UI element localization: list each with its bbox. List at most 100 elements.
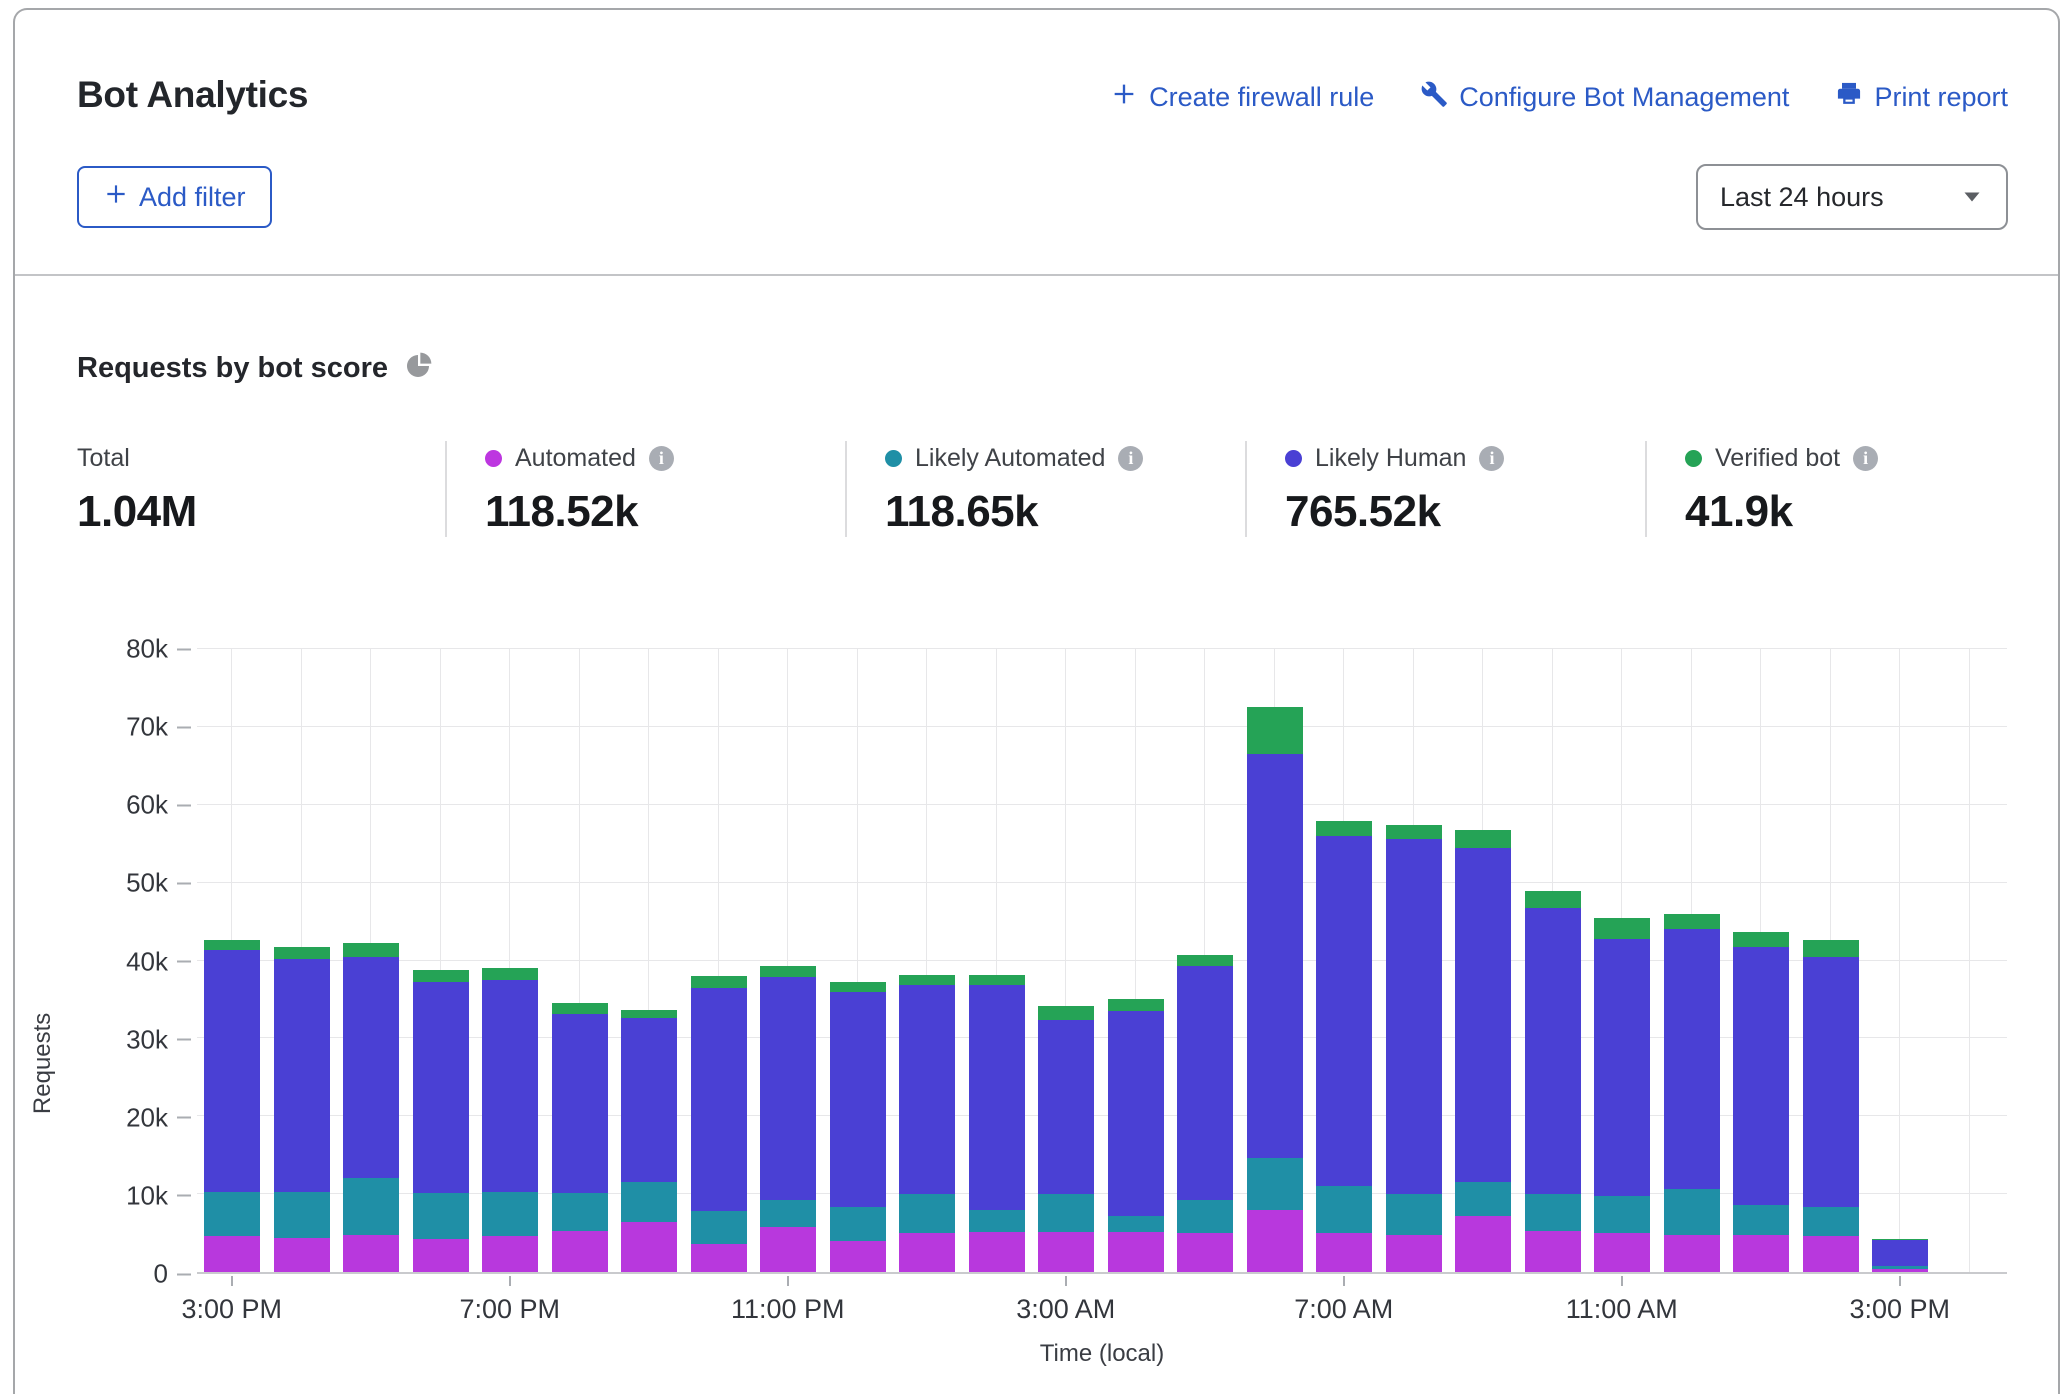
bar-segment-automated (343, 1235, 399, 1272)
stat-label: Likely Automated (915, 444, 1105, 473)
y-tick-label: 60k (126, 790, 168, 821)
bar-1-00-am[interactable] (899, 649, 955, 1272)
info-icon[interactable]: i (1853, 446, 1878, 471)
bar-segment-likely-human (1177, 966, 1233, 1200)
x-tick-label: 7:00 AM (1294, 1294, 1393, 1325)
bar-3-00-am[interactable] (1038, 649, 1094, 1272)
bar-8-00-am[interactable] (1386, 649, 1442, 1272)
bar-5-00-pm[interactable] (343, 649, 399, 1272)
y-tick-label: 30k (126, 1024, 168, 1055)
bar-segment-automated (969, 1232, 1025, 1272)
bar-segment-automated (691, 1244, 747, 1272)
configure-bot-management-link[interactable]: Configure Bot Management (1420, 80, 1789, 115)
bar-segment-verified-bot (1664, 914, 1720, 930)
bar-8-00-pm[interactable] (552, 649, 608, 1272)
bar-segment-automated (1038, 1232, 1094, 1272)
bar-segment-likely-automated (1733, 1205, 1789, 1235)
bar-segment-verified-bot (552, 1003, 608, 1014)
y-tick-label: 20k (126, 1102, 168, 1133)
y-tick-label: 0 (154, 1259, 168, 1290)
bar-segment-likely-automated (1247, 1158, 1303, 1211)
bar-segment-likely-automated (969, 1210, 1025, 1233)
bar-1-00-pm[interactable] (1733, 649, 1789, 1272)
bar-2-00-pm[interactable] (1803, 649, 1859, 1272)
stat-likely-human: Likely Human i 765.52k (1245, 441, 1645, 537)
bar-segment-likely-automated (1455, 1182, 1511, 1216)
bar-segment-verified-bot (1594, 918, 1650, 939)
add-filter-label: Add filter (139, 182, 246, 213)
bar-4-00-pm[interactable] (274, 649, 330, 1272)
bar-segment-likely-automated (1386, 1194, 1442, 1234)
bar-segment-likely-automated (1108, 1216, 1164, 1232)
stat-label: Automated (515, 444, 636, 473)
bar-11-00-pm[interactable] (760, 649, 816, 1272)
x-tick-mark (509, 1276, 511, 1286)
bar-2-00-am[interactable] (969, 649, 1025, 1272)
bar-segment-verified-bot (969, 975, 1025, 986)
bar-segment-automated (1247, 1210, 1303, 1272)
bar-segment-verified-bot (482, 968, 538, 980)
bar-segment-automated (413, 1239, 469, 1272)
bar-4-00-am[interactable] (1108, 649, 1164, 1272)
bar-segment-verified-bot (760, 966, 816, 977)
plus-icon (1110, 80, 1138, 115)
bar-segment-verified-bot (1316, 821, 1372, 836)
bar-segment-likely-human (1872, 1240, 1928, 1266)
create-firewall-rule-link[interactable]: Create firewall rule (1110, 80, 1374, 115)
bar-7-00-pm[interactable] (482, 649, 538, 1272)
bar-segment-verified-bot (1386, 825, 1442, 839)
bar-5-00-am[interactable] (1177, 649, 1233, 1272)
info-icon[interactable]: i (1479, 446, 1504, 471)
bar-6-00-am[interactable] (1247, 649, 1303, 1272)
bar-segment-likely-automated (899, 1194, 955, 1233)
bar-segment-automated (274, 1238, 330, 1272)
bar-7-00-am[interactable] (1316, 649, 1372, 1272)
x-tick-mark (1065, 1276, 1067, 1286)
time-range-select[interactable]: Last 24 hours (1696, 164, 2008, 230)
bar-9-00-pm[interactable] (621, 649, 677, 1272)
bar-10-00-am[interactable] (1525, 649, 1581, 1272)
add-filter-button[interactable]: Add filter (77, 166, 272, 228)
bar-12-00-am[interactable] (830, 649, 886, 1272)
stat-value: 118.52k (485, 487, 845, 537)
bar-segment-automated (1733, 1235, 1789, 1272)
bar-segment-likely-human (1664, 929, 1720, 1189)
bar-6-00-pm[interactable] (413, 649, 469, 1272)
info-icon[interactable]: i (649, 446, 674, 471)
bar-segment-likely-automated (760, 1200, 816, 1227)
bar-12-00-pm[interactable] (1664, 649, 1720, 1272)
bar-segment-likely-automated (691, 1211, 747, 1244)
y-tick-mark (177, 1273, 191, 1275)
bar-segment-likely-automated (482, 1192, 538, 1236)
bar-segment-automated (1455, 1216, 1511, 1272)
bar-9-00-am[interactable] (1455, 649, 1511, 1272)
bar-segment-verified-bot (621, 1010, 677, 1019)
time-range-value: Last 24 hours (1720, 182, 1884, 213)
bar-11-00-am[interactable] (1594, 649, 1650, 1272)
y-tick-mark (177, 882, 191, 884)
bar-segment-likely-human (1733, 947, 1789, 1206)
bar-3-00-pm[interactable] (204, 649, 260, 1272)
info-icon[interactable]: i (1118, 446, 1143, 471)
bar-segment-automated (482, 1236, 538, 1272)
bar-segment-likely-human (274, 959, 330, 1192)
bar-segment-verified-bot (1525, 891, 1581, 907)
bar-segment-likely-automated (552, 1193, 608, 1230)
x-tick-label: 3:00 AM (1016, 1294, 1115, 1325)
bar-10-00-pm[interactable] (691, 649, 747, 1272)
bar-segment-verified-bot (1455, 830, 1511, 847)
bar-segment-likely-human (1594, 939, 1650, 1195)
y-axis: 010k20k30k40k50k60k70k80k (77, 649, 197, 1274)
x-tick-mark (1899, 1276, 1901, 1286)
print-report-link[interactable]: Print report (1835, 80, 2008, 115)
printer-icon (1835, 80, 1863, 115)
bar-segment-likely-human (1386, 839, 1442, 1194)
bar-segment-automated (204, 1236, 260, 1272)
action-label: Configure Bot Management (1459, 82, 1789, 113)
y-axis-title: Requests (29, 1012, 57, 1113)
bar-segment-automated (552, 1231, 608, 1272)
bar-3-00-pm[interactable] (1872, 649, 1928, 1272)
bar-segment-verified-bot (1108, 999, 1164, 1011)
bar-segment-likely-automated (1594, 1196, 1650, 1233)
bar-segment-automated (1594, 1233, 1650, 1272)
